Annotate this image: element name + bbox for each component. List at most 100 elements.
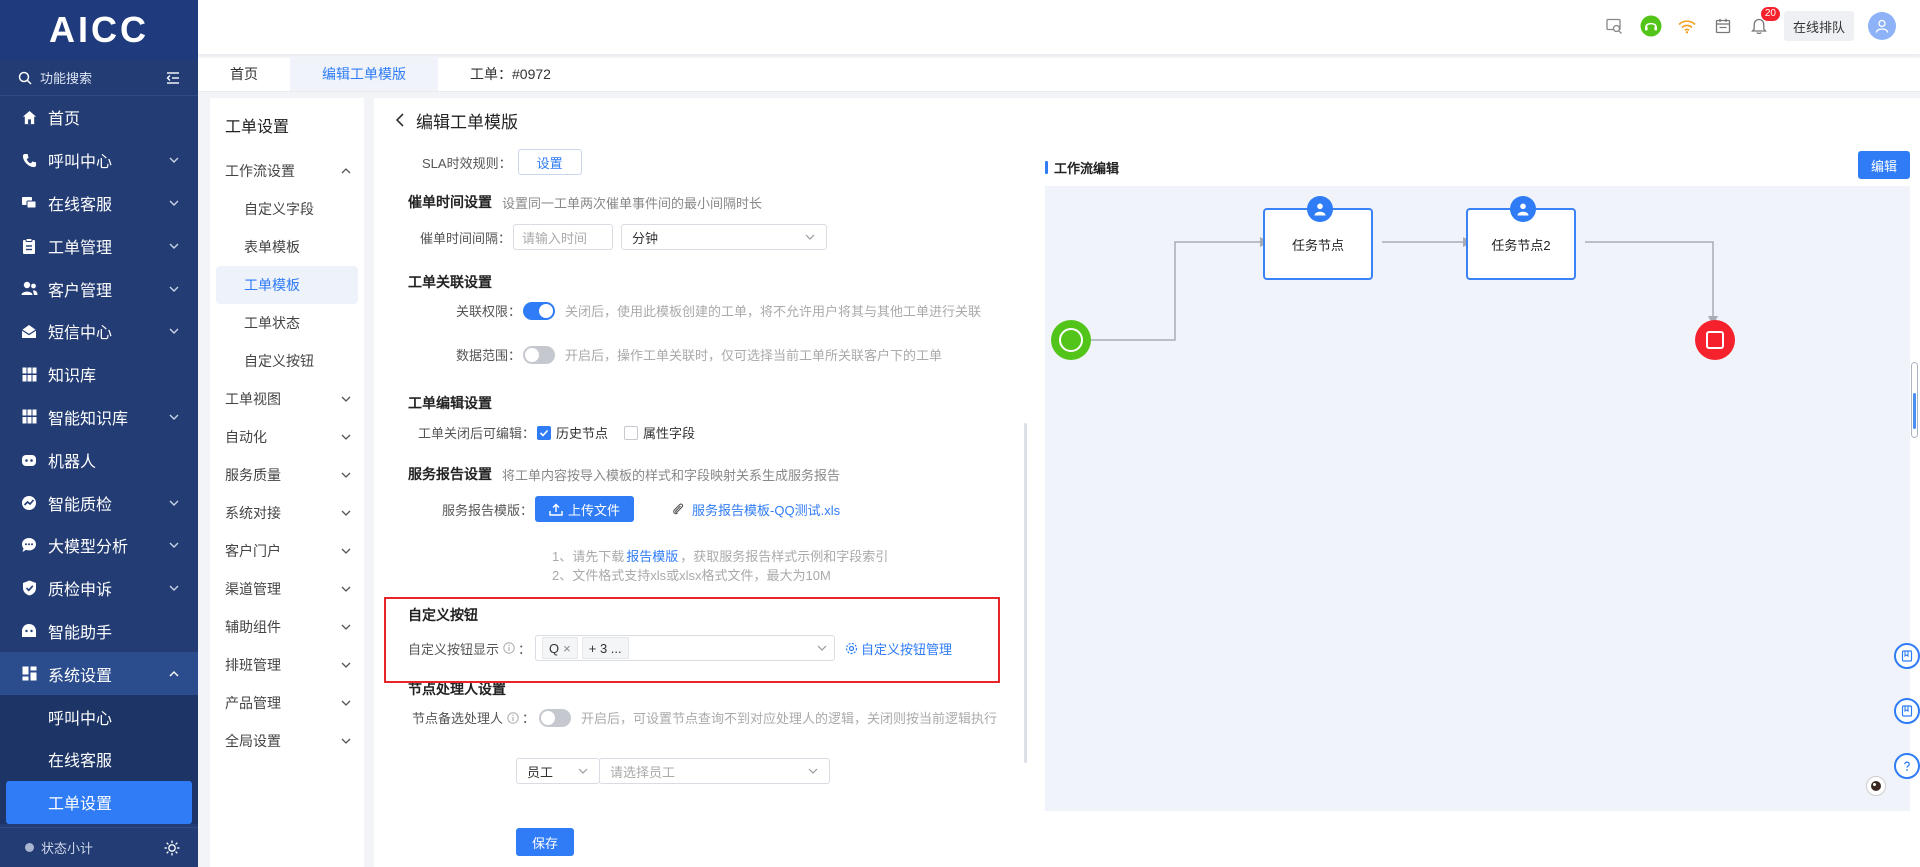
shield-check-icon xyxy=(20,579,38,597)
save-button[interactable]: 保存 xyxy=(516,828,575,856)
report-note-2: 2、文件格式支持xls或xlsx格式文件，最大为10M xyxy=(552,568,831,583)
history-node-label: 历史节点 xyxy=(556,426,609,441)
chevron-up-icon xyxy=(341,168,351,174)
nav-item-robot[interactable]: 机器人 xyxy=(0,438,198,481)
headset-icon[interactable] xyxy=(1636,11,1666,41)
nav-item-system-settings[interactable]: 系统设置 xyxy=(0,652,198,696)
menu-item-form-template[interactable]: 表单模板 xyxy=(210,228,364,266)
phone-icon xyxy=(20,151,38,169)
start-node[interactable] xyxy=(1051,320,1091,360)
screen-search-icon[interactable] xyxy=(1600,11,1630,41)
nav-item-qc-appeal[interactable]: 质检申诉 xyxy=(0,567,198,610)
chevron-up-icon xyxy=(169,670,179,677)
menu-group-system-integration[interactable]: 系统对接 xyxy=(210,494,364,532)
nav-item-online-service[interactable]: 在线客服 xyxy=(0,182,198,225)
tab-home[interactable]: 首页 xyxy=(198,57,290,91)
menu-item-custom-fields[interactable]: 自定义字段 xyxy=(210,190,364,228)
menu-item-custom-buttons[interactable]: 自定义按钮 xyxy=(210,342,364,380)
employee-select[interactable]: 请选择员工 xyxy=(599,758,830,784)
chevron-down-icon xyxy=(341,662,351,668)
workflow-node-task[interactable]: 任务节点 xyxy=(1263,196,1373,280)
chat-icon xyxy=(20,194,38,212)
tab-ticket-0972[interactable]: 工单：#0972 xyxy=(438,57,583,91)
menu-item-ticket-status[interactable]: 工单状态 xyxy=(210,304,364,342)
workflow-title-text: 工作流编辑 xyxy=(1054,160,1120,176)
nav-item-label: 大模型分析 xyxy=(48,539,129,557)
menu-group-product-management[interactable]: 产品管理 xyxy=(210,684,364,722)
handler-type-select[interactable]: 员工 xyxy=(516,758,600,784)
tab-edit-ticket-template[interactable]: 编辑工单模版 xyxy=(290,57,438,91)
menu-group-customer-portal[interactable]: 客户门户 xyxy=(210,532,364,570)
report-template-file-link[interactable]: 服务报告模板-QQ测试.xls xyxy=(692,500,840,519)
upload-file-button[interactable]: 上传文件 xyxy=(535,496,635,522)
help-icon[interactable] xyxy=(1894,753,1920,779)
back-button[interactable]: 编辑工单模版 xyxy=(394,108,518,132)
handler-label: 节点备选处理人 xyxy=(412,711,504,726)
menu-group-global-settings[interactable]: 全局设置 xyxy=(210,722,364,760)
robot-icon xyxy=(20,451,38,469)
theme-sun-icon[interactable] xyxy=(164,840,180,856)
remind-section-title: 催单时间设置 设置同一工单两次催单事件间的最小间隔时长 xyxy=(408,192,762,212)
status-dot-icon xyxy=(24,842,35,853)
menu-group-ticket-view[interactable]: 工单视图 xyxy=(210,380,364,418)
notebook-icon[interactable] xyxy=(1894,698,1920,724)
page-title: 编辑工单模版 xyxy=(416,112,518,132)
remind-interval-input[interactable]: 请输入时间 xyxy=(513,224,614,250)
nav-item-home[interactable]: 首页 xyxy=(0,96,198,139)
nav-item-sms-center[interactable]: 短信中心 xyxy=(0,310,198,353)
sla-row: SLA时效规则： 设置 xyxy=(422,149,582,175)
page-scrollbar[interactable] xyxy=(1911,362,1918,438)
nav-item-ticket-management[interactable]: 工单管理 xyxy=(0,224,198,267)
home-icon xyxy=(20,108,38,126)
page-tabs: 首页 编辑工单模版 工单：#0972 xyxy=(198,57,1920,92)
menu-group-channel-management[interactable]: 渠道管理 xyxy=(210,570,364,608)
nav-item-smart-knowledge-base[interactable]: 智能知识库 xyxy=(0,396,198,439)
bell-icon[interactable]: 20 xyxy=(1744,7,1780,41)
feature-search[interactable]: 功能搜索 xyxy=(0,60,198,96)
relation-section-title: 工单关联设置 xyxy=(408,274,492,290)
handler-toggle[interactable] xyxy=(539,708,572,727)
nav-item-call-center[interactable]: 呼叫中心 xyxy=(0,139,198,182)
workflow-node-task-2[interactable]: 任务节点2 xyxy=(1466,196,1576,280)
nav-item-knowledge-base[interactable]: 知识库 xyxy=(0,353,198,396)
eye-icon[interactable] xyxy=(1866,776,1886,796)
nav-item-smart-quality-check[interactable]: 智能质检 xyxy=(0,481,198,524)
workflow-edit-button[interactable]: 编辑 xyxy=(1857,151,1910,179)
chevron-down-icon xyxy=(169,157,179,164)
chevron-down-icon xyxy=(341,586,351,592)
form-scrollbar[interactable] xyxy=(1024,423,1027,763)
status-summary[interactable]: 状态小计 xyxy=(0,827,198,867)
workflow-canvas[interactable]: 任务节点 任务节点2 xyxy=(1045,186,1910,811)
nav-item-customer-management[interactable]: 客户管理 xyxy=(0,267,198,310)
menu-group-automation[interactable]: 自动化 xyxy=(210,418,364,456)
bookmark-icon[interactable] xyxy=(1894,643,1920,669)
online-queue-button[interactable]: 在线排队 xyxy=(1783,11,1854,41)
nav-item-label: 短信中心 xyxy=(48,325,113,343)
nav-item-label: 机器人 xyxy=(48,453,97,471)
attribute-field-checkbox[interactable] xyxy=(624,425,639,440)
collapse-menu-icon[interactable] xyxy=(166,71,180,84)
user-avatar[interactable] xyxy=(1868,12,1896,40)
data-scope-toggle[interactable] xyxy=(523,345,556,364)
remind-unit-select[interactable]: 分钟 xyxy=(621,224,828,250)
wifi-icon[interactable] xyxy=(1672,11,1702,41)
history-node-checkbox[interactable] xyxy=(537,425,552,440)
relation-permission-hint: 关闭后，使用此模板创建的工单，将不允许用户将其与其他工单进行关联 xyxy=(565,304,982,319)
sla-settings-button[interactable]: 设置 xyxy=(517,149,582,175)
relation-permission-toggle[interactable] xyxy=(523,301,556,320)
menu-group-auxiliary-components[interactable]: 辅助组件 xyxy=(210,608,364,646)
nav-sub-item-call-center[interactable]: 呼叫中心 xyxy=(0,695,198,738)
end-node[interactable] xyxy=(1695,320,1735,360)
nav-item-label: 系统设置 xyxy=(48,667,113,685)
menu-group-service-quality[interactable]: 服务质量 xyxy=(210,456,364,494)
menu-group-workflow-settings[interactable]: 工作流设置 xyxy=(210,152,364,190)
menu-group-shift-management[interactable]: 排班管理 xyxy=(210,646,364,684)
chevron-left-icon xyxy=(395,113,404,127)
nav-item-llm-analysis[interactable]: 大模型分析 xyxy=(0,524,198,567)
nav-sub-item-ticket-settings[interactable]: 工单设置 xyxy=(6,780,192,824)
nav-item-smart-assistant[interactable]: 智能助手 xyxy=(0,610,198,653)
download-report-template-link[interactable]: 报告模版 xyxy=(626,546,678,565)
calendar-icon[interactable] xyxy=(1708,11,1738,41)
menu-item-ticket-template[interactable]: 工单模板 xyxy=(216,266,358,304)
nav-sub-item-online-service[interactable]: 在线客服 xyxy=(0,738,198,781)
